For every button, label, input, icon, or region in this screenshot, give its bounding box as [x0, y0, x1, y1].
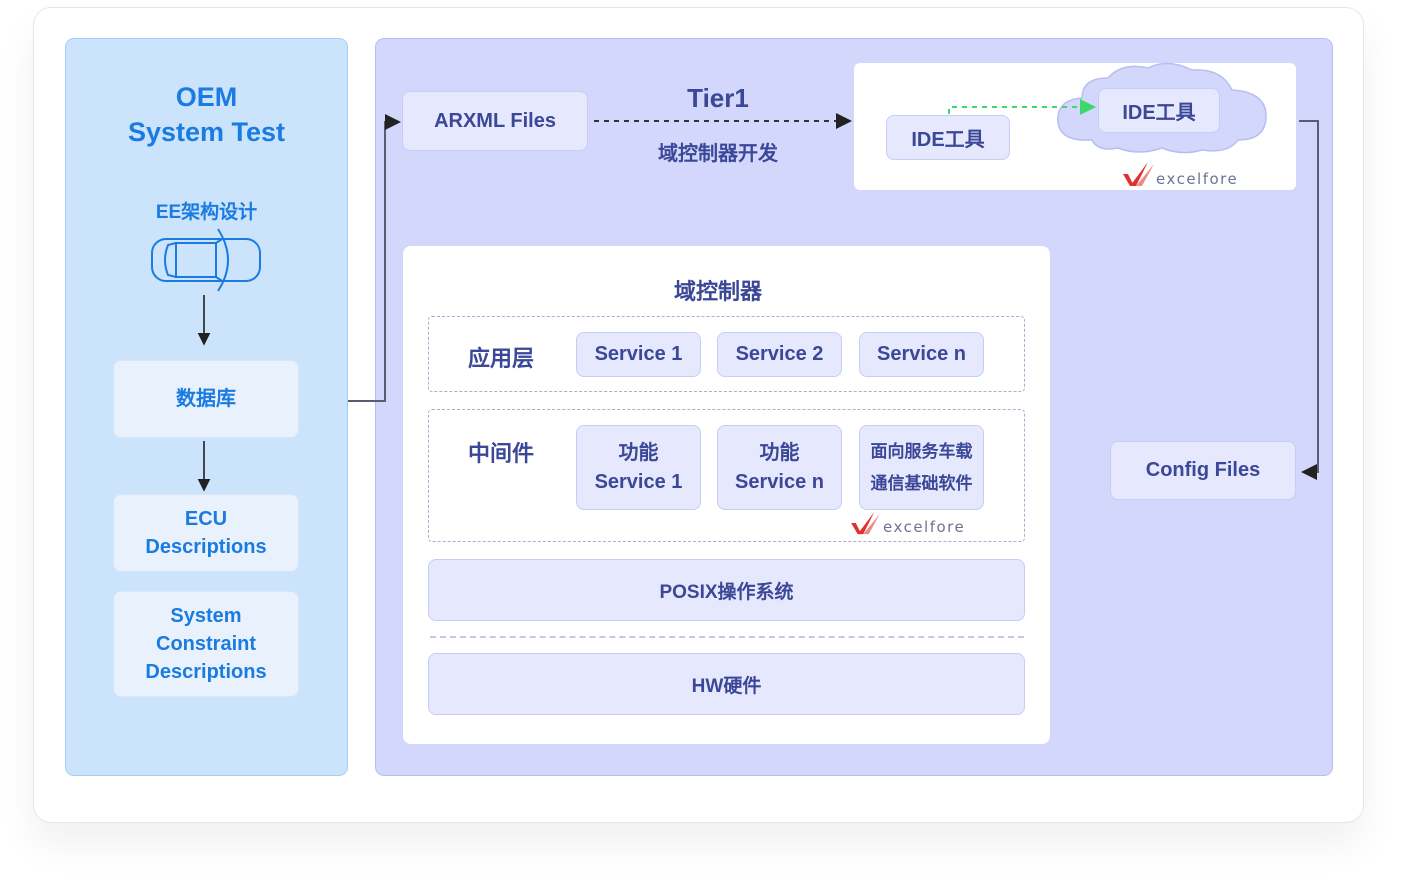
service-n-box[interactable]: Service n [859, 332, 984, 377]
excelfore-check-icon [1123, 162, 1154, 186]
function-service-1-line1: 功能 [618, 441, 659, 464]
ide-local-label: IDE工具 [911, 129, 985, 151]
function-service-n-line1: 功能 [759, 441, 800, 464]
soa-communication-box[interactable]: 面向服务车载 通信基础软件 [859, 425, 984, 510]
soa-line2: 通信基础软件 [870, 473, 973, 493]
service-1-label: Service 1 [594, 343, 683, 365]
system-constraint-box[interactable]: System Constraint Descriptions [113, 591, 299, 697]
ecu-label-line2: Descriptions [145, 536, 267, 558]
hardware-layer[interactable]: HW硬件 [428, 653, 1025, 715]
ide-cloud-label: IDE工具 [1122, 102, 1196, 124]
layer-divider [430, 636, 1024, 638]
oem-title-line1: OEM [175, 82, 238, 112]
excelfore-logo-top: excelfore [1122, 160, 1238, 188]
sys-label-line2: Constraint [156, 633, 256, 655]
function-service-1-box[interactable]: 功能 Service 1 [576, 425, 701, 510]
service-1-box[interactable]: Service 1 [576, 332, 701, 377]
oem-title-line2: System Test [127, 117, 286, 147]
service-2-box[interactable]: Service 2 [717, 332, 842, 377]
posix-os-layer[interactable]: POSIX操作系统 [428, 559, 1025, 621]
car-top-view-icon [151, 228, 261, 292]
ide-tool-local-box[interactable]: IDE工具 [886, 115, 1010, 160]
soa-line1: 面向服务车载 [870, 441, 973, 461]
service-2-label: Service 2 [735, 343, 824, 365]
ee-architecture-label: EE架构设计 [155, 202, 258, 223]
oem-title: OEM System Test [65, 80, 348, 150]
tier1-subtitle: 域控制器开发 [658, 143, 778, 165]
excelfore-logo-middleware: excelfore [849, 510, 965, 536]
config-label: Config Files [1145, 459, 1261, 481]
arxml-files-box[interactable]: ARXML Files [402, 91, 588, 151]
excelfore-logo-text: excelfore [883, 518, 966, 536]
excelfore-check-icon [851, 511, 880, 535]
database-box[interactable]: 数据库 [113, 360, 299, 438]
config-files-box[interactable]: Config Files [1110, 441, 1296, 500]
database-label: 数据库 [176, 388, 236, 410]
hardware-label: HW硬件 [691, 675, 762, 697]
ecu-label-line1: ECU [184, 508, 228, 530]
function-service-1-line2: Service 1 [594, 470, 683, 493]
excelfore-logo-text: excelfore [1156, 170, 1239, 188]
ide-tool-cloud-box[interactable]: IDE工具 [1098, 88, 1220, 133]
tier1-title: Tier1 [687, 83, 749, 113]
function-service-n-line2: Service n [735, 470, 824, 493]
app-layer-label: 应用层 [467, 346, 534, 371]
service-n-label: Service n [877, 343, 966, 365]
ecu-descriptions-box[interactable]: ECU Descriptions [113, 494, 299, 572]
arxml-label: ARXML Files [434, 109, 556, 132]
middleware-label: 中间件 [467, 441, 534, 466]
sys-label-line3: Descriptions [145, 661, 267, 683]
domain-controller-title: 域控制器 [673, 279, 762, 304]
function-service-n-box[interactable]: 功能 Service n [717, 425, 842, 510]
sys-label-line1: System [170, 605, 242, 627]
posix-os-label: POSIX操作系统 [659, 581, 794, 603]
